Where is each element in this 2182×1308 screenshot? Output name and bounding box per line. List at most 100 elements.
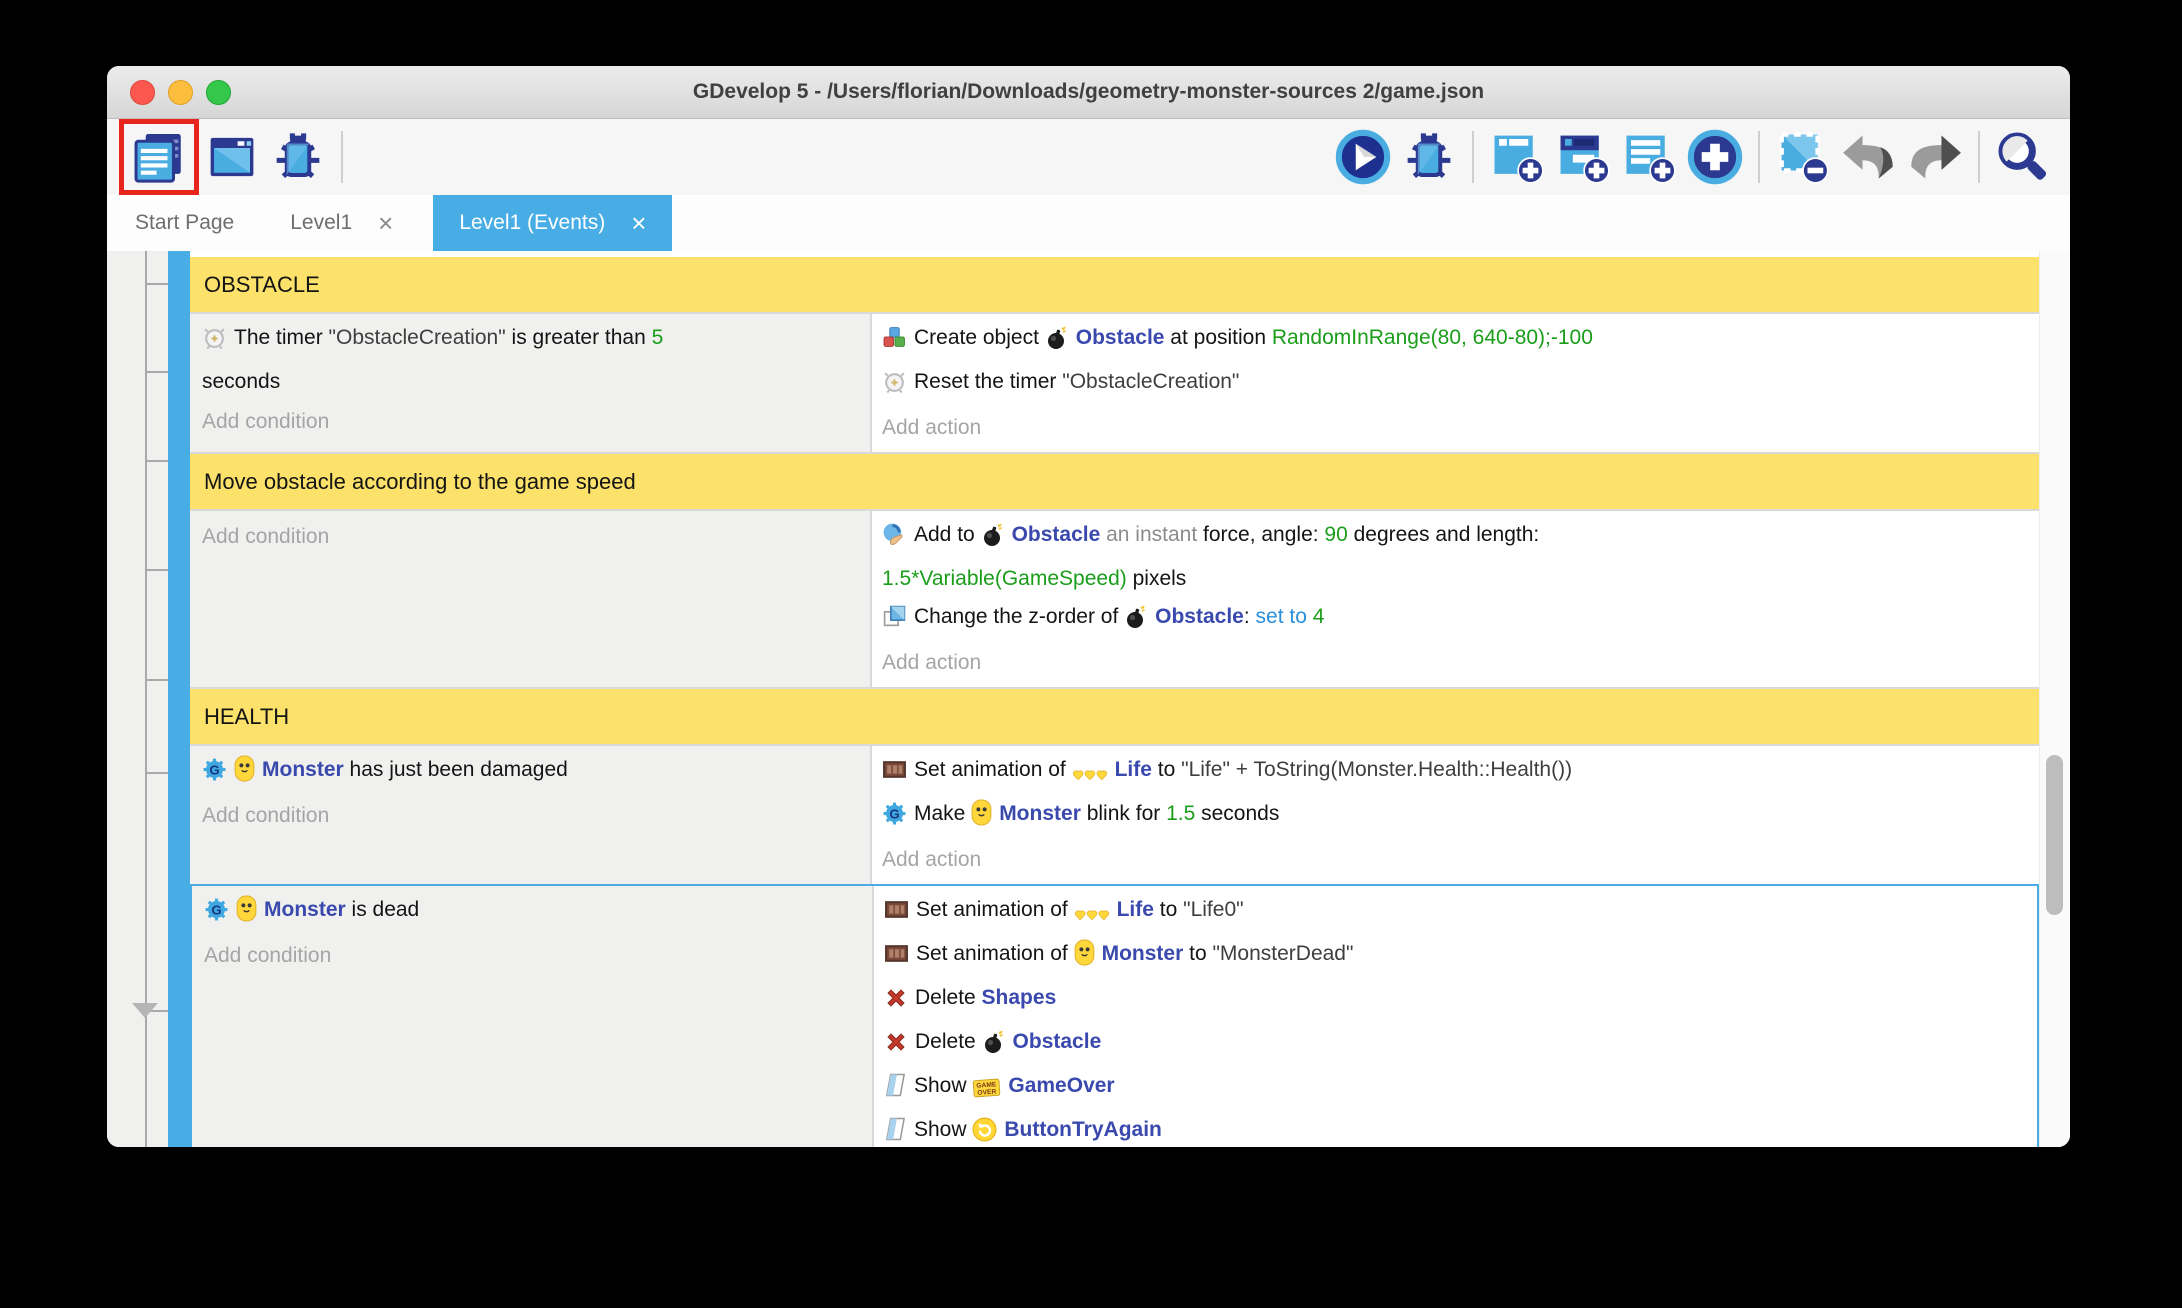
text-token: Life — [1116, 898, 1154, 921]
add-action-button[interactable]: Add action — [882, 409, 2029, 447]
text-token: "ObstacleCreation" — [328, 326, 506, 349]
text-token: Obstacle — [1012, 1030, 1102, 1053]
scrollbar-thumb[interactable] — [2046, 755, 2063, 915]
action-item[interactable]: Show GAME OVER GameOver — [884, 1067, 2027, 1111]
tab-level1[interactable]: Level1 × — [262, 195, 421, 251]
events-sheet-button[interactable] — [119, 119, 199, 195]
condition-item[interactable]: G Monster has just been damaged — [202, 751, 858, 795]
toolbar — [107, 119, 2070, 195]
tab-level1-events[interactable]: Level1 (Events) × — [433, 195, 673, 251]
add-condition-button[interactable]: Add condition — [204, 937, 860, 975]
text-token: to — [1153, 898, 1184, 921]
delete-icon — [884, 1029, 908, 1067]
svg-text:G: G — [209, 762, 219, 777]
choose-event-button[interactable] — [1682, 124, 1748, 190]
add-condition-button[interactable]: Add condition — [202, 518, 858, 556]
action-item[interactable]: Set animation of Monster to "MonsterDead… — [884, 935, 2027, 979]
event-row[interactable]: G Monster has just been damaged Add condit… — [190, 744, 2039, 884]
margin-tick — [147, 569, 168, 571]
action-item[interactable]: G Make Monster blink for 1.5 seconds — [882, 795, 2029, 839]
add-subevent-button[interactable] — [1550, 124, 1616, 190]
text-token: Set animation of — [916, 898, 1074, 921]
conditions-cell: Add condition — [190, 511, 872, 687]
add-comment-button[interactable] — [1616, 124, 1682, 190]
tab-bar: Start Page Level1 × Level1 (Events) × — [107, 195, 2070, 251]
zorder-icon — [882, 604, 907, 642]
event-group-header[interactable]: OBSTACLE — [190, 257, 2039, 312]
actions-cell: Add to Obstacle an instant force, angle:… — [872, 511, 2039, 687]
create-object-icon — [882, 325, 907, 363]
tab-close-icon[interactable]: × — [631, 210, 646, 236]
action-item[interactable]: Set animation of Life to "Life0" — [884, 891, 2027, 935]
add-event-button[interactable] — [1484, 124, 1550, 190]
scene-editor-button[interactable] — [199, 124, 265, 190]
scene-editor-icon — [205, 130, 259, 184]
text-token: pixels — [1126, 567, 1187, 590]
text-token: is greater than — [505, 326, 652, 349]
gameover-icon: GAME OVER — [972, 1073, 1001, 1111]
text-token: to — [1151, 758, 1182, 781]
undo-button[interactable] — [1836, 124, 1902, 190]
preview-debugger-button[interactable] — [1396, 124, 1462, 190]
text-token: 90 — [1324, 523, 1348, 546]
text-token: Monster — [262, 758, 344, 781]
event-row[interactable]: The timer "ObstacleCreation" is greater … — [190, 312, 2039, 452]
tab-start-page[interactable]: Start Page — [107, 195, 262, 251]
animation-icon — [882, 757, 907, 795]
redo-button[interactable] — [1902, 124, 1968, 190]
scrollbar-track[interactable] — [2039, 251, 2070, 1147]
text-token: Obstacle — [1075, 326, 1165, 349]
text-token: "MonsterDead" — [1212, 942, 1354, 965]
play-button[interactable] — [1330, 124, 1396, 190]
action-item[interactable]: Create object Obstacle at position Rando… — [882, 319, 2029, 363]
add-event-icon — [1490, 130, 1544, 184]
action-item[interactable]: Change the z-order of Obstacle: set to 4 — [882, 598, 2029, 642]
event-row-selected[interactable]: G Monster is dead Add condition Set animati… — [190, 884, 2039, 1147]
action-item[interactable]: Delete Obstacle — [884, 1023, 2027, 1067]
text-token: Obstacle — [1155, 605, 1244, 628]
animation-icon — [884, 941, 909, 979]
play-icon — [1334, 128, 1392, 186]
action-item[interactable]: Reset the timer "ObstacleCreation" — [882, 363, 2029, 407]
svg-text:G: G — [211, 902, 221, 917]
search-events-button[interactable] — [1990, 124, 2056, 190]
add-action-button[interactable]: Add action — [882, 644, 2029, 682]
text-token: is dead — [345, 898, 420, 921]
event-group-header[interactable]: Move obstacle according to the game spee… — [190, 452, 2039, 509]
add-condition-button[interactable]: Add condition — [202, 797, 858, 835]
tab-close-icon[interactable]: × — [378, 210, 393, 236]
condition-item[interactable]: The timer "ObstacleCreation" is greater … — [202, 319, 858, 401]
text-token: seconds — [202, 370, 281, 393]
margin-tick — [147, 371, 168, 373]
life-icon — [1074, 897, 1110, 935]
bomb-icon — [981, 522, 1005, 560]
add-condition-button[interactable]: Add condition — [202, 403, 858, 441]
unselect-events-button[interactable] — [1770, 124, 1836, 190]
group-indent-bar — [168, 251, 190, 1147]
action-item[interactable]: Add to Obstacle an instant force, angle:… — [882, 516, 2029, 598]
unselect-events-icon — [1776, 130, 1830, 184]
action-item[interactable]: Show ButtonTryAgain — [884, 1111, 2027, 1147]
toolbar-left-group — [107, 119, 331, 195]
event-group-header[interactable]: HEALTH — [190, 687, 2039, 744]
debugger-button[interactable] — [265, 124, 331, 190]
collapse-triangle-icon[interactable] — [132, 1003, 158, 1018]
text-token: set to — [1255, 605, 1307, 628]
text-token: 1.5 — [1166, 802, 1196, 825]
add-action-button[interactable]: Add action — [882, 841, 2029, 879]
bomb-icon — [1124, 604, 1148, 642]
tab-label: Start Page — [135, 211, 235, 234]
action-item[interactable]: Set animation of Life to "Life" + ToStri… — [882, 751, 2029, 795]
undo-icon — [1841, 132, 1897, 182]
gear-icon: G — [882, 801, 907, 839]
text-token: at position — [1164, 326, 1272, 349]
text-token: Obstacle — [1011, 523, 1101, 546]
tryagain-icon — [972, 1117, 997, 1147]
text-token: has just been damaged — [343, 758, 568, 781]
action-item[interactable]: Delete Shapes — [884, 979, 2027, 1023]
timer-icon — [882, 369, 907, 407]
condition-item[interactable]: G Monster is dead — [204, 891, 860, 935]
svg-text:G: G — [889, 806, 899, 821]
event-row[interactable]: Add condition Add to Obstacle an instant … — [190, 509, 2039, 687]
conditions-cell: G Monster is dead Add condition — [192, 886, 874, 1147]
